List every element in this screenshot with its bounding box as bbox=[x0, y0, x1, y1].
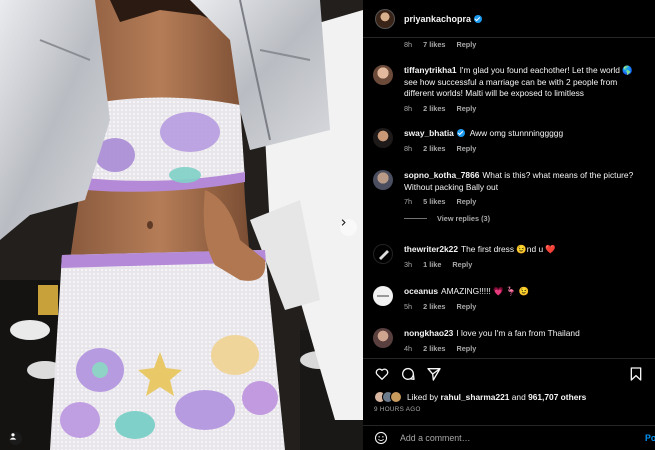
tag-user-button[interactable] bbox=[9, 432, 22, 445]
commenter-avatar[interactable] bbox=[373, 244, 393, 264]
next-photo-button[interactable] bbox=[340, 219, 357, 236]
commenter-avatar[interactable] bbox=[373, 65, 393, 85]
commenter-avatar[interactable] bbox=[373, 286, 393, 306]
reply-button[interactable]: Reply bbox=[456, 104, 476, 113]
comment-text: tiffanytrikha1 I'm glad you found eachoth… bbox=[404, 65, 633, 98]
liked-by-user[interactable]: rahul_sharma221 bbox=[441, 392, 510, 402]
comment-likes[interactable]: 2 likes bbox=[423, 302, 445, 311]
comment-time: 8h bbox=[404, 40, 413, 49]
commenter-avatar[interactable] bbox=[373, 128, 393, 148]
emoji-icon[interactable] bbox=[374, 431, 388, 445]
heart-icon[interactable] bbox=[374, 366, 390, 382]
reply-button[interactable]: Reply bbox=[456, 344, 476, 353]
verified-icon bbox=[456, 129, 465, 137]
author-username[interactable]: priyankachopra bbox=[404, 14, 483, 24]
share-icon[interactable] bbox=[426, 366, 442, 382]
divider bbox=[404, 218, 427, 219]
commenter-username[interactable]: sway_bhatia bbox=[404, 128, 465, 138]
liked-by[interactable]: Liked by rahul_sharma221 and 961,707 oth… bbox=[374, 391, 644, 403]
comment-meta: 8h 2 likes Reply bbox=[404, 104, 644, 113]
photo-illustration bbox=[0, 0, 363, 450]
comment-text: nongkhao23 I love you I'm a fan from Thai… bbox=[404, 328, 580, 338]
add-comment-bar: Add a comment… Post bbox=[363, 425, 655, 450]
comment-likes[interactable]: 7 likes bbox=[423, 40, 445, 49]
commenter-avatar[interactable] bbox=[373, 170, 393, 190]
comment-input[interactable]: Add a comment… bbox=[400, 433, 645, 443]
pen-logo-icon bbox=[379, 250, 389, 260]
reply-button[interactable]: Reply bbox=[456, 144, 476, 153]
comment-meta: 7h 5 likes Reply bbox=[404, 197, 644, 206]
commenter-username[interactable]: thewriter2k22 bbox=[404, 244, 458, 254]
comment-time: 3h bbox=[404, 259, 413, 269]
comment-meta: 4h 2 likes Reply bbox=[404, 344, 644, 353]
comment-meta: 8h 2 likes Reply bbox=[404, 144, 644, 153]
reply-button[interactable]: Reply bbox=[456, 40, 476, 49]
post-comment-button[interactable]: Post bbox=[645, 433, 655, 443]
comment-meta: 5h 2 likes Reply bbox=[404, 302, 644, 311]
tag-user-icon bbox=[9, 433, 17, 440]
comment-text: sopno_kotha_7866 What is this? what means… bbox=[404, 170, 634, 192]
comment-text: oceanus AMAZING!!!!! 💗 🦩 😉 bbox=[404, 286, 530, 296]
comment-time: 4h bbox=[404, 343, 413, 353]
comment-likes[interactable]: 2 likes bbox=[423, 144, 445, 153]
comment-time: 5h bbox=[404, 301, 413, 311]
reply-button[interactable]: Reply bbox=[452, 260, 472, 269]
comments-panel: priyankachopra 8h 7 likes Reply tiffanyt… bbox=[363, 0, 655, 450]
reply-button[interactable]: Reply bbox=[456, 197, 476, 206]
verified-icon bbox=[474, 14, 483, 23]
comment-likes[interactable]: 2 likes bbox=[423, 344, 445, 353]
comment-likes[interactable]: 5 likes bbox=[423, 197, 445, 206]
commenter-username[interactable]: nongkhao23 bbox=[404, 328, 453, 338]
comment-time: 7h bbox=[404, 197, 413, 206]
comment-icon[interactable] bbox=[400, 366, 416, 382]
post-time: 9 HOURS AGO bbox=[374, 406, 421, 413]
action-icon-row bbox=[374, 365, 644, 383]
comment-text: sway_bhatia Aww omg stunnninggggg bbox=[404, 128, 564, 138]
comment-list[interactable]: 8h 7 likes Reply tiffanytrikha1 I'm glad … bbox=[363, 38, 655, 358]
bookmark-icon[interactable] bbox=[628, 366, 644, 382]
comment-time: 8h bbox=[404, 143, 413, 153]
commenter-username[interactable]: sopno_kotha_7866 bbox=[404, 170, 479, 180]
post-actions: Liked by rahul_sharma221 and 961,707 oth… bbox=[363, 358, 655, 416]
view-replies-button[interactable]: View replies (3) bbox=[404, 214, 644, 223]
author-avatar[interactable] bbox=[375, 8, 395, 29]
liked-by-count[interactable]: 961,707 others bbox=[528, 392, 586, 402]
commenter-avatar[interactable] bbox=[373, 328, 393, 348]
liked-by-avatars bbox=[374, 391, 402, 403]
comment-likes[interactable]: 1 like bbox=[423, 260, 441, 269]
post-header: priyankachopra bbox=[363, 0, 655, 38]
logo-mark bbox=[377, 295, 389, 297]
reply-button[interactable]: Reply bbox=[456, 302, 476, 311]
comment-meta: 8h 7 likes Reply bbox=[404, 40, 644, 49]
comment-time: 8h bbox=[404, 103, 413, 113]
commenter-username[interactable]: tiffanytrikha1 bbox=[404, 65, 457, 75]
comment-text: thewriter2k22 The first dress 😉nd u ❤️ bbox=[404, 244, 556, 254]
next-arrow-icon bbox=[341, 219, 346, 226]
commenter-username[interactable]: oceanus bbox=[404, 286, 438, 296]
comment-likes[interactable]: 2 likes bbox=[423, 104, 445, 113]
post-photo[interactable] bbox=[0, 0, 363, 450]
comment-meta: 3h 1 like Reply bbox=[404, 260, 644, 269]
